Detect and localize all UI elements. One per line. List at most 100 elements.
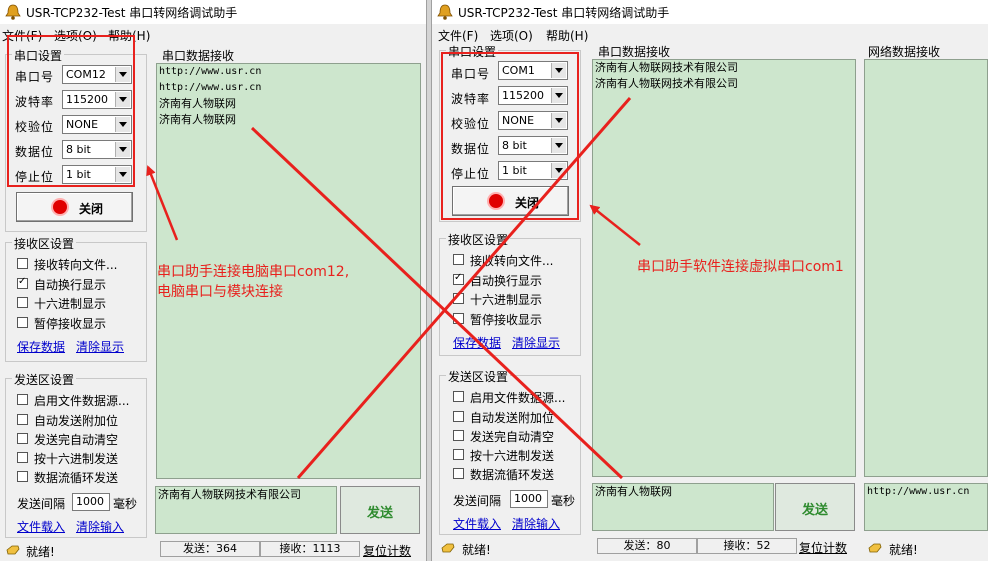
sent-count: 发送：80 [597, 538, 697, 554]
net-recv-area[interactable] [864, 59, 988, 477]
close-button-label: 关闭 [79, 202, 104, 216]
auto-append-checkbox[interactable] [453, 411, 464, 422]
app-bell-icon [437, 4, 453, 20]
status-lamp-icon [53, 200, 67, 214]
pause-display-checkbox[interactable] [17, 317, 28, 328]
sent-count: 发送：364 [160, 541, 260, 557]
title-bar: USR-TCP232-Test 串口转网络调试助手 [0, 0, 426, 24]
auto-clear-checkbox[interactable] [17, 433, 28, 444]
recv-area-title: 串口数据接收 [598, 45, 671, 59]
send-interval-input[interactable]: 1000 [510, 490, 548, 508]
send-input-area[interactable]: 济南有人物联网技术有限公司 [155, 486, 337, 534]
hex-send-label: 按十六进制发送 [470, 449, 555, 463]
send-input-area[interactable]: 济南有人物联网 [592, 483, 774, 531]
auto-wrap-checkbox[interactable] [17, 276, 28, 289]
hex-display-label: 十六进制显示 [34, 297, 107, 311]
annotation-left-line1: 串口助手连接电脑串口com12, [157, 264, 350, 280]
menu-options[interactable]: 选项(O) [490, 27, 533, 44]
status-ready: 就绪! [26, 545, 55, 559]
auto-wrap-label: 自动换行显示 [34, 278, 107, 292]
group-title: 发送区设置 [446, 368, 511, 385]
recv-line: 济南有人物联网技术有限公司 [595, 77, 738, 90]
menu-help[interactable]: 帮助(H) [546, 27, 588, 44]
status-ready: 就绪! [462, 543, 491, 557]
recv-area-title: 串口数据接收 [162, 49, 235, 63]
menu-file[interactable]: 文件(F) [438, 27, 478, 44]
recv-settings-group: 接收区设置 接收转向文件... 自动换行显示 十六进制显示 暂停接收显示 保存数… [439, 231, 581, 356]
auto-clear-label: 发送完自动清空 [34, 433, 119, 447]
hex-display-label: 十六进制显示 [470, 293, 543, 307]
clear-display-link[interactable]: 清除显示 [76, 338, 124, 355]
recv-line: 济南有人物联网 [159, 97, 236, 110]
pause-display-checkbox[interactable] [453, 313, 464, 324]
annotation-right: 串口助手软件连接虚拟串口com1 [637, 259, 844, 275]
send-text: 济南有人物联网 [595, 485, 672, 498]
send-interval-unit: 毫秒 [113, 497, 138, 511]
auto-append-label: 自动发送附加位 [470, 411, 555, 425]
file-source-checkbox[interactable] [453, 391, 464, 402]
pause-display-label: 暂停接收显示 [34, 317, 107, 331]
hex-send-label: 按十六进制发送 [34, 452, 119, 466]
group-title: 接收区设置 [446, 231, 511, 248]
close-port-button[interactable]: 关闭 [16, 192, 133, 222]
pause-display-label: 暂停接收显示 [470, 313, 543, 327]
app-bell-icon [5, 4, 21, 20]
auto-wrap-checkbox[interactable] [453, 272, 464, 285]
file-load-link[interactable]: 文件载入 [17, 518, 65, 535]
group-title: 发送区设置 [12, 371, 77, 388]
reset-count-button[interactable]: 复位计数 [799, 539, 847, 556]
file-source-checkbox[interactable] [17, 394, 28, 405]
group-title: 接收区设置 [12, 235, 77, 252]
send-interval-label: 发送间隔 [17, 497, 66, 511]
auto-append-checkbox[interactable] [17, 414, 28, 425]
hex-send-checkbox[interactable] [17, 452, 28, 463]
file-source-label: 启用文件数据源... [470, 391, 566, 405]
net-send-area[interactable]: http://www.usr.cn [864, 483, 988, 531]
send-interval-label: 发送间隔 [453, 494, 502, 508]
right-window: USR-TCP232-Test 串口转网络调试助手 文件(F) 选项(O) 帮助… [432, 0, 988, 561]
clear-input-link[interactable]: 清除输入 [76, 518, 124, 535]
loop-send-checkbox[interactable] [453, 468, 464, 479]
recv-to-file-label: 接收转向文件... [34, 258, 118, 272]
hand-icon [6, 545, 20, 555]
net-send-text: http://www.usr.cn [867, 486, 970, 497]
send-button-label: 发送 [801, 503, 828, 518]
reset-count-button[interactable]: 复位计数 [363, 542, 411, 559]
net-status-ready: 就绪! [889, 543, 918, 557]
loop-send-checkbox[interactable] [17, 471, 28, 482]
send-settings-group: 发送区设置 启用文件数据源... 自动发送附加位 发送完自动清空 按十六进制发送… [439, 368, 581, 535]
send-interval-unit: 毫秒 [551, 494, 576, 508]
loop-send-label: 数据流循环发送 [34, 471, 119, 485]
send-button[interactable]: 发送 [340, 486, 420, 534]
highlight-box [441, 52, 579, 220]
recv-count: 接收：1113 [260, 541, 360, 557]
title-bar: USR-TCP232-Test 串口转网络调试助手 [432, 0, 988, 24]
highlight-box [7, 35, 135, 187]
annotation-left-line2: 电脑串口与模块连接 [157, 284, 283, 300]
auto-clear-checkbox[interactable] [453, 430, 464, 441]
hex-send-checkbox[interactable] [453, 449, 464, 460]
window-title: USR-TCP232-Test 串口转网络调试助手 [458, 6, 670, 20]
hand-icon [868, 543, 882, 553]
send-text: 济南有人物联网技术有限公司 [158, 488, 301, 501]
hex-display-checkbox[interactable] [17, 297, 28, 308]
recv-count: 接收：52 [697, 538, 797, 554]
hand-icon [441, 543, 455, 553]
save-data-link[interactable]: 保存数据 [453, 334, 501, 351]
recv-line: http://www.usr.cn [159, 82, 262, 93]
recv-to-file-checkbox[interactable] [17, 258, 28, 269]
auto-append-label: 自动发送附加位 [34, 414, 119, 428]
clear-input-link[interactable]: 清除输入 [512, 515, 560, 532]
hex-display-checkbox[interactable] [453, 293, 464, 304]
auto-clear-label: 发送完自动清空 [470, 430, 555, 444]
recv-to-file-checkbox[interactable] [453, 254, 464, 265]
send-button-label: 发送 [366, 506, 393, 521]
send-button[interactable]: 发送 [775, 483, 855, 531]
file-load-link[interactable]: 文件载入 [453, 515, 501, 532]
clear-display-link[interactable]: 清除显示 [512, 334, 560, 351]
send-interval-input[interactable]: 1000 [72, 493, 110, 511]
recv-settings-group: 接收区设置 接收转向文件... 自动换行显示 十六进制显示 暂停接收显示 保存数… [5, 235, 147, 362]
save-data-link[interactable]: 保存数据 [17, 338, 65, 355]
recv-line: http://www.usr.cn [159, 66, 262, 77]
send-settings-group: 发送区设置 启用文件数据源... 自动发送附加位 发送完自动清空 按十六进制发送… [5, 371, 147, 538]
